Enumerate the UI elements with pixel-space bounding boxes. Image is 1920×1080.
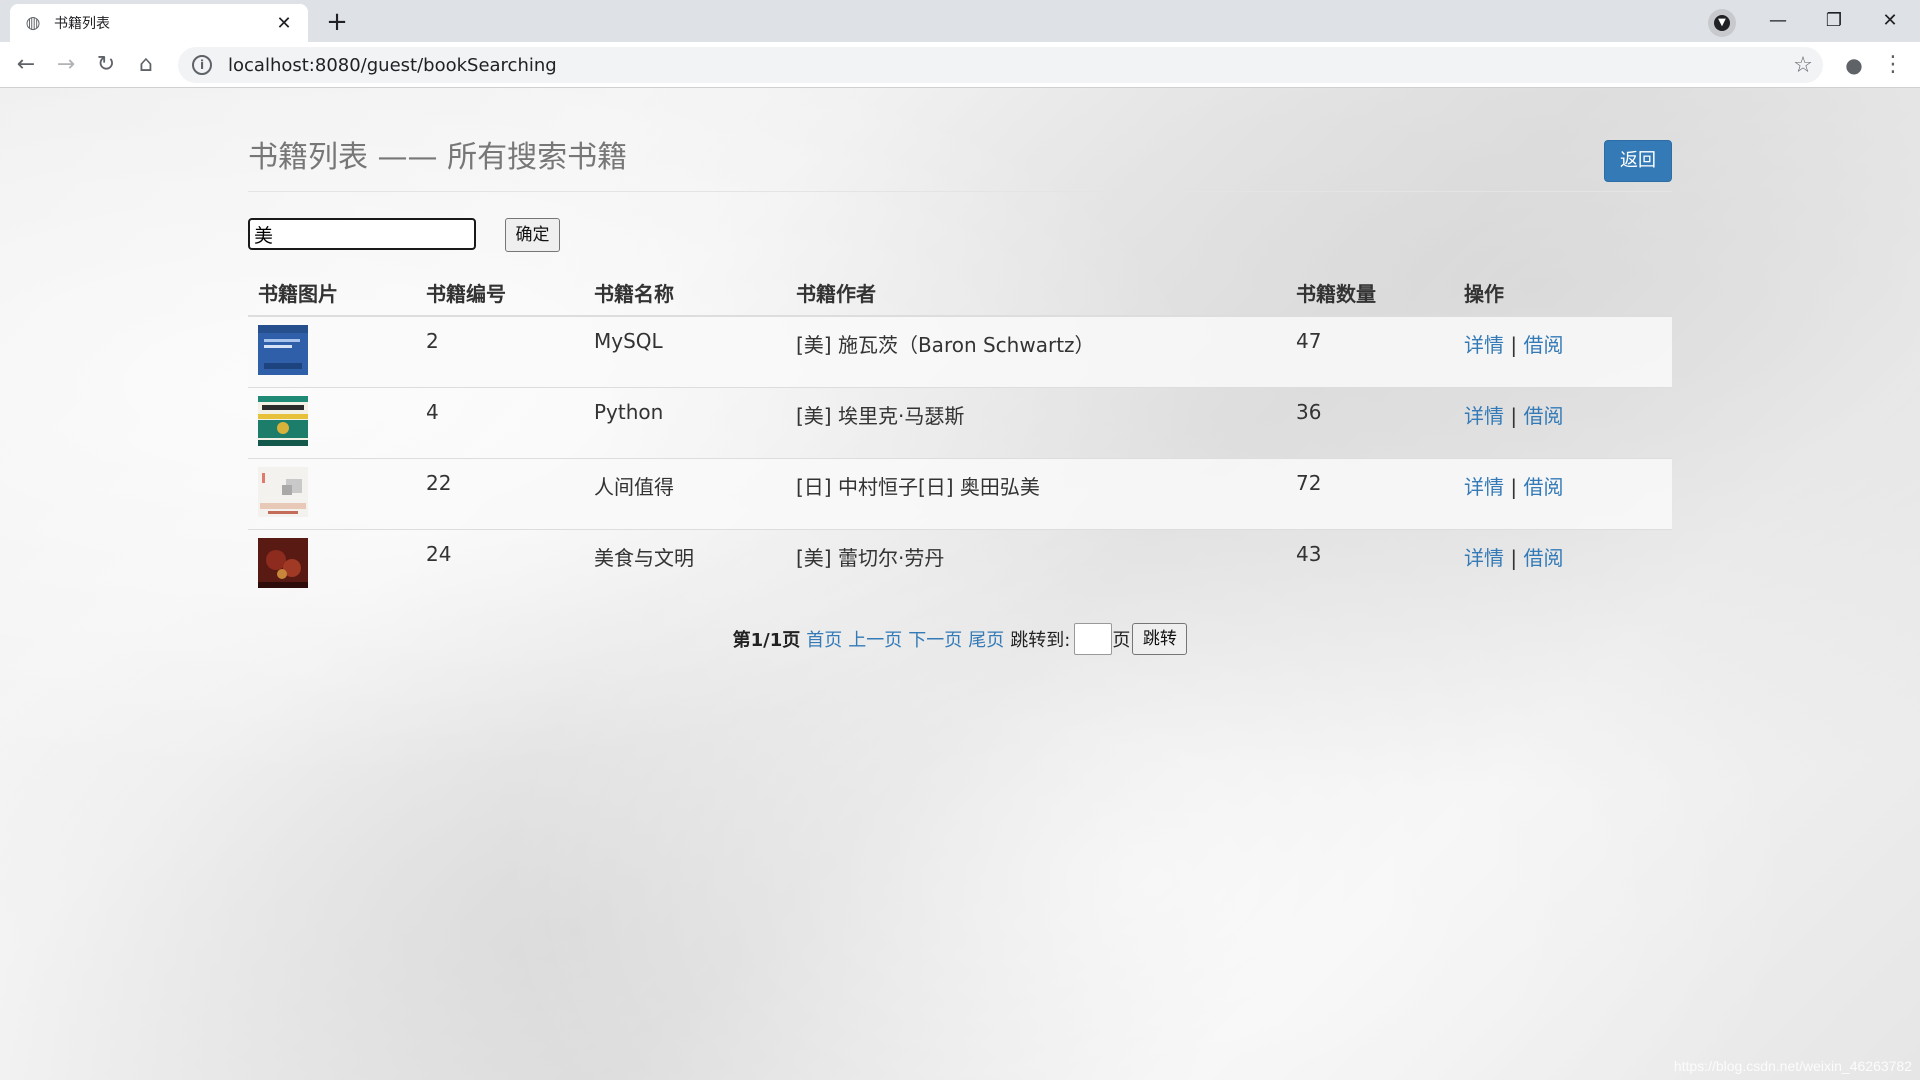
book-author: [美] 蕾切尔·劳丹 [786, 528, 1286, 600]
column-header-author: 书籍作者 [786, 270, 1286, 317]
book-count: 47 [1286, 315, 1454, 387]
page-header: 书籍列表 —— 所有搜索书籍 返回 [248, 88, 1672, 192]
borrow-link[interactable]: 借阅 [1523, 333, 1563, 357]
cover-cell [248, 528, 416, 600]
table-row: 2 MySQL [美] 施瓦茨（Baron Schwartz） 47 详情 | … [248, 315, 1672, 387]
detail-link[interactable]: 详情 [1464, 333, 1504, 357]
content-container: 书籍列表 —— 所有搜索书籍 返回 确定 书籍图片 书籍编号 书籍名称 书籍作者… [248, 88, 1672, 655]
page-title: 书籍列表 —— 所有搜索书籍 [248, 140, 628, 175]
action-separator: | [1510, 545, 1518, 570]
bookmark-star-icon[interactable]: ☆ [1783, 53, 1823, 78]
page-unit-label: 页 [1112, 630, 1131, 651]
actions-cell: 详情 | 借阅 [1454, 457, 1672, 529]
books-table: 书籍图片 书籍编号 书籍名称 书籍作者 书籍数量 操作 2 MySQL [美] … [248, 270, 1672, 600]
book-cover-food [258, 537, 308, 588]
column-header-count: 书籍数量 [1286, 270, 1454, 317]
book-author: [美] 施瓦茨（Baron Schwartz） [786, 315, 1286, 387]
column-header-name: 书籍名称 [584, 270, 786, 317]
current-page: 第1/1页 [732, 630, 801, 651]
last-page-link[interactable]: 尾页 [968, 626, 1004, 652]
book-author: [日] 中村恒子[日] 奥田弘美 [786, 457, 1286, 529]
home-icon[interactable]: ⌂ [130, 49, 162, 81]
action-separator: | [1510, 403, 1518, 428]
borrow-link[interactable]: 借阅 [1523, 546, 1563, 570]
detail-link[interactable]: 详情 [1464, 475, 1504, 499]
book-name: MySQL [584, 315, 786, 387]
restore-icon[interactable]: ❐ [1806, 4, 1862, 38]
first-page-link[interactable]: 首页 [806, 626, 842, 652]
media-control-icon[interactable]: ▼ [1708, 9, 1736, 37]
column-header-actions: 操作 [1454, 270, 1672, 317]
table-row: 4 Python [美] 埃里克·马瑟斯 36 详情 | 借阅 [248, 386, 1672, 458]
book-name: 人间值得 [584, 457, 786, 529]
book-name: Python [584, 386, 786, 458]
detail-link[interactable]: 详情 [1464, 404, 1504, 428]
column-header-id: 书籍编号 [416, 270, 584, 317]
window-close-icon[interactable]: ✕ [1862, 4, 1918, 38]
account-icon[interactable]: ● [1838, 49, 1870, 81]
globe-icon: ◍ [25, 13, 41, 33]
table-header-row: 书籍图片 书籍编号 书籍名称 书籍作者 书籍数量 操作 [248, 270, 1672, 317]
borrow-link[interactable]: 借阅 [1523, 475, 1563, 499]
book-name: 美食与文明 [584, 528, 786, 600]
detail-link[interactable]: 详情 [1464, 546, 1504, 570]
book-count: 36 [1286, 386, 1454, 458]
back-arrow-icon[interactable]: ← [10, 49, 42, 81]
book-author: [美] 埃里克·马瑟斯 [786, 386, 1286, 458]
table-row: 24 美食与文明 [美] 蕾切尔·劳丹 43 详情 | 借阅 [248, 528, 1672, 600]
book-id: 2 [416, 315, 584, 387]
actions-cell: 详情 | 借阅 [1454, 315, 1672, 387]
page-body: 书籍列表 —— 所有搜索书籍 返回 确定 书籍图片 书籍编号 书籍名称 书籍作者… [0, 88, 1920, 1080]
tab-title: 书籍列表 [54, 16, 110, 32]
back-button[interactable]: 返回 [1604, 140, 1672, 182]
cover-cell [248, 315, 416, 387]
book-count: 72 [1286, 457, 1454, 529]
browser-tab-bar: ◍ 书籍列表 ✕ + ▼ — ❐ ✕ [0, 0, 1920, 42]
next-page-link[interactable]: 下一页 [908, 626, 962, 652]
reload-icon[interactable]: ↻ [90, 49, 122, 81]
jump-page-input[interactable] [1074, 623, 1113, 655]
browser-tab[interactable]: ◍ 书籍列表 ✕ [10, 4, 308, 42]
actions-cell: 详情 | 借阅 [1454, 386, 1672, 458]
actions-cell: 详情 | 借阅 [1454, 528, 1672, 600]
cover-cell [248, 457, 416, 529]
jump-label: 跳转到: [1010, 630, 1071, 651]
pagination: 第1/1页 首页 上一页 下一页 尾页 跳转到: 页 跳转 [248, 622, 1672, 656]
watermark: https://blog.csdn.net/weixin_46263782 [1673, 1058, 1912, 1074]
minimize-icon[interactable]: — [1750, 4, 1806, 38]
action-separator: | [1510, 333, 1518, 357]
cover-cell [248, 386, 416, 458]
book-id: 24 [416, 528, 584, 600]
book-cover-python [258, 395, 308, 446]
action-separator: | [1510, 474, 1518, 499]
table-row: 22 人间值得 [日] 中村恒子[日] 奥田弘美 72 详情 | 借阅 [248, 457, 1672, 529]
prev-page-link[interactable]: 上一页 [848, 626, 902, 652]
confirm-button[interactable]: 确定 [505, 218, 560, 252]
new-tab-button[interactable]: + [320, 6, 354, 40]
search-input[interactable] [248, 218, 476, 250]
address-bar[interactable]: i localhost:8080/guest/bookSearching ☆ [178, 47, 1823, 83]
url-text[interactable]: localhost:8080/guest/bookSearching [228, 55, 1783, 76]
book-id: 22 [416, 457, 584, 529]
jump-button[interactable]: 跳转 [1132, 623, 1188, 655]
close-tab-icon[interactable]: ✕ [274, 13, 294, 34]
book-id: 4 [416, 386, 584, 458]
browser-toolbar: ← → ↻ ⌂ i localhost:8080/guest/bookSearc… [0, 42, 1920, 88]
forward-arrow-icon[interactable]: → [50, 49, 82, 81]
browser-menu-icon[interactable]: ⋮ [1878, 49, 1908, 81]
column-header-cover: 书籍图片 [248, 270, 416, 317]
book-count: 43 [1286, 528, 1454, 600]
book-cover-renjian [258, 466, 308, 517]
site-info-icon[interactable]: i [192, 55, 212, 75]
borrow-link[interactable]: 借阅 [1523, 404, 1563, 428]
book-cover-mysql [258, 325, 308, 375]
